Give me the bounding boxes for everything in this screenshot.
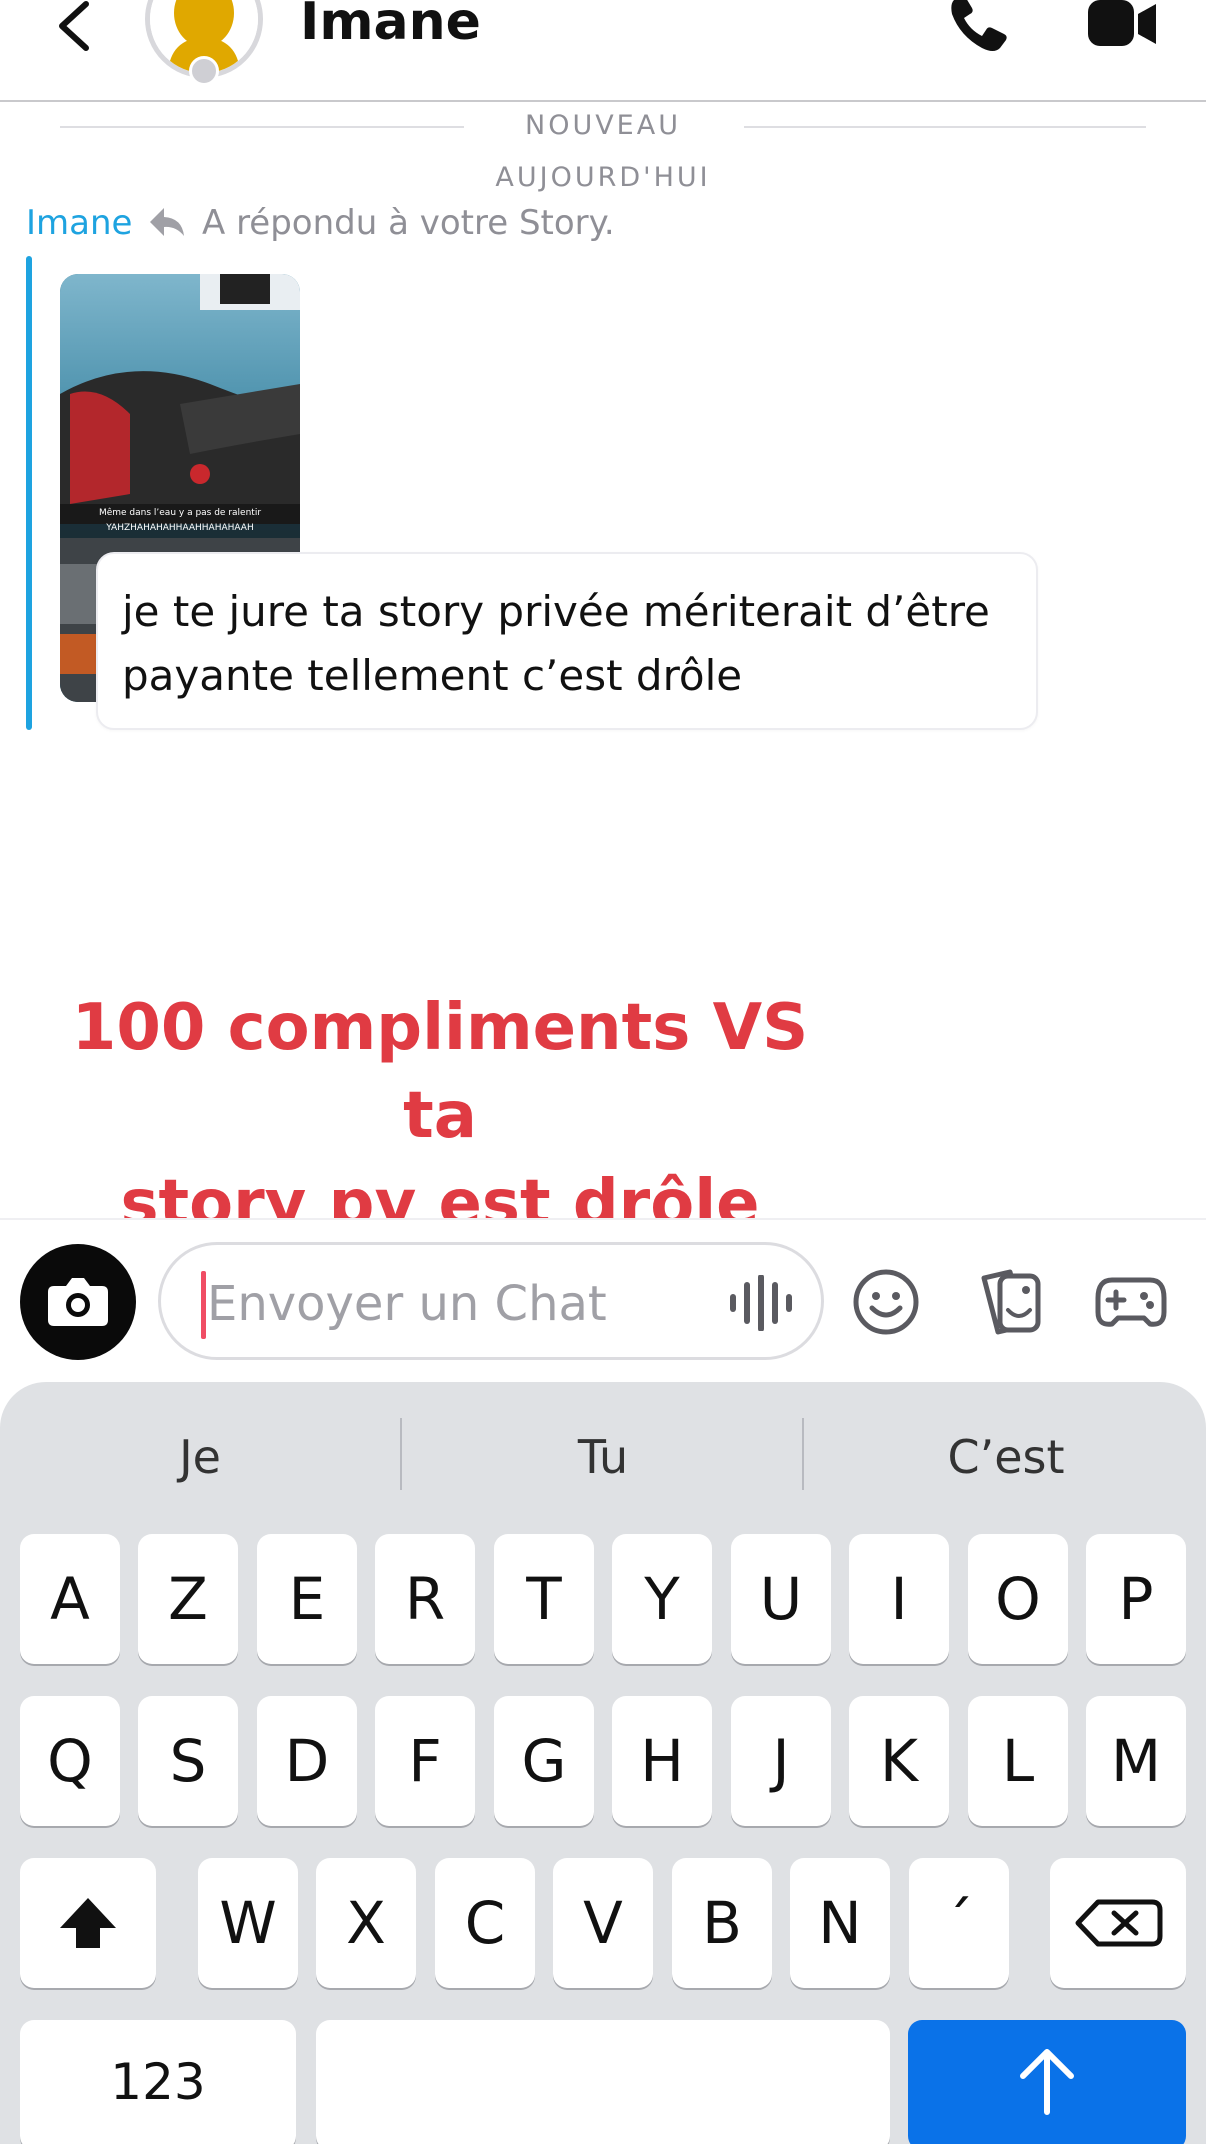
divider-line-left (60, 126, 464, 128)
key-r[interactable]: R (375, 1534, 475, 1664)
space-key[interactable] (316, 2020, 890, 2144)
message-text: je te jure ta story privée mériterait d’… (122, 587, 990, 700)
date-divider: AUJOURD'HUI (495, 162, 711, 193)
microphone-waveform-icon (730, 1274, 792, 1332)
story-caption-line2: YAHZHAHAHAHHAAHHAHAHAAH (106, 523, 254, 533)
suggestion-divider (400, 1418, 402, 1490)
video-call-button[interactable] (1088, 0, 1158, 50)
key-v[interactable]: V (553, 1858, 653, 1988)
divider-line-right (744, 126, 1146, 128)
video-camera-icon (1088, 0, 1156, 46)
chat-input-placeholder: Envoyer un Chat (207, 1276, 607, 1332)
key-d[interactable]: D (257, 1696, 357, 1826)
chat-input[interactable]: Envoyer un Chat (158, 1242, 824, 1360)
story-caption: Même dans l’eau y a pas de ralentir YAHZ… (60, 504, 300, 538)
up-arrow-icon (1020, 2049, 1074, 2115)
key-w[interactable]: W (198, 1858, 298, 1988)
overlay-caption: 100 compliments VS ta story pv est drôle (30, 984, 850, 1248)
key-g[interactable]: G (494, 1696, 594, 1826)
key-f[interactable]: F (375, 1696, 475, 1826)
key-o[interactable]: O (968, 1534, 1068, 1664)
chat-header: Imane (0, 0, 1206, 102)
story-caption-line1: Même dans l’eau y a pas de ralentir (98, 508, 262, 518)
sticker-icon (981, 1269, 1041, 1335)
shift-key[interactable] (20, 1858, 156, 1988)
lock-icon (189, 56, 219, 86)
sender-color-bar (26, 256, 32, 730)
key-i[interactable]: I (849, 1534, 949, 1664)
suggestion-je[interactable]: Je (0, 1422, 400, 1492)
suggestion-tu[interactable]: Tu (403, 1422, 803, 1492)
delete-key[interactable] (1050, 1858, 1186, 1988)
key-l[interactable]: L (968, 1696, 1068, 1826)
send-key[interactable] (908, 2020, 1186, 2144)
key-y[interactable]: Y (612, 1534, 712, 1664)
back-button[interactable] (50, 0, 100, 60)
key-x[interactable]: X (316, 1858, 416, 1988)
key-z[interactable]: Z (138, 1534, 238, 1664)
key-b[interactable]: B (672, 1858, 772, 1988)
contact-name[interactable]: Imane (300, 0, 481, 52)
shift-arrow-icon (60, 1898, 116, 1948)
gamepad-icon (1095, 1277, 1167, 1327)
reply-arrow-icon (148, 206, 186, 240)
keyboard: Je Tu C’est A Z E R T Y U I O P Q S D F … (0, 1382, 1206, 2144)
key-m[interactable]: M (1086, 1696, 1186, 1826)
key-h[interactable]: H (612, 1696, 712, 1826)
camera-icon (48, 1278, 108, 1326)
key-j[interactable]: J (731, 1696, 831, 1826)
message-bubble[interactable]: je te jure ta story privée mériterait d’… (96, 552, 1038, 730)
key-t[interactable]: T (494, 1534, 594, 1664)
new-messages-divider: NOUVEAU (525, 110, 681, 141)
key-p[interactable]: P (1086, 1534, 1186, 1664)
call-button[interactable] (946, 0, 1010, 56)
key-s[interactable]: S (138, 1696, 238, 1826)
key-c[interactable]: C (435, 1858, 535, 1988)
numbers-key[interactable]: 123 (20, 2020, 296, 2144)
message-sender: Imane (26, 203, 133, 243)
emoji-button[interactable] (852, 1268, 920, 1336)
camera-button[interactable] (20, 1244, 136, 1360)
chevron-left-icon (59, 1, 89, 51)
key-n[interactable]: N (790, 1858, 890, 1988)
suggestion-cest[interactable]: C’est (806, 1422, 1206, 1492)
overlay-line1: 100 compliments VS ta (71, 991, 809, 1153)
voice-note-button[interactable] (727, 1274, 797, 1332)
backspace-icon (1075, 1899, 1163, 1947)
key-u[interactable]: U (731, 1534, 831, 1664)
key-k[interactable]: K (849, 1696, 949, 1826)
key-q[interactable]: Q (20, 1696, 120, 1826)
chat-input-bar: Envoyer un Chat (0, 1218, 1206, 1382)
key-a[interactable]: A (20, 1534, 120, 1664)
smiley-icon (853, 1269, 919, 1335)
key-e[interactable]: E (257, 1534, 357, 1664)
phone-icon (951, 0, 1007, 51)
key-acute-accent[interactable]: ´ (909, 1858, 1009, 1988)
games-button[interactable] (1094, 1272, 1168, 1332)
text-cursor (201, 1271, 206, 1339)
reply-context-label: A répondu à votre Story. (202, 203, 615, 243)
sticker-button[interactable] (974, 1268, 1044, 1336)
suggestion-divider (802, 1418, 804, 1490)
